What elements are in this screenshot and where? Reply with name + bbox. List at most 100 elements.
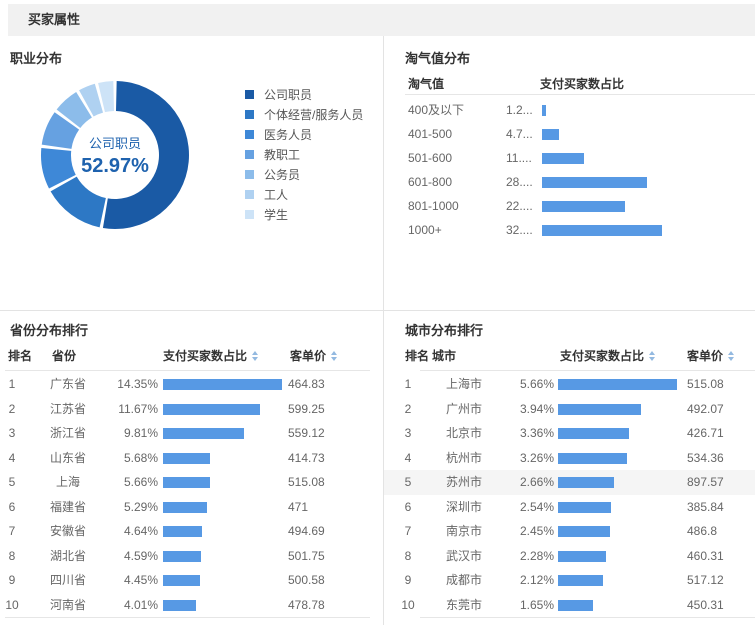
city-rank: 2	[396, 397, 420, 422]
city-table-row: 10东莞市1.65%450.31	[384, 593, 755, 618]
city-price: 517.12	[687, 568, 724, 593]
city-rank: 5	[396, 470, 420, 495]
province-header-price-label: 客单价	[290, 349, 326, 363]
city-name: 南京市	[434, 519, 494, 544]
taoqi-range-label: 400及以下	[408, 98, 464, 122]
legend-item[interactable]: 公司职员	[245, 84, 363, 104]
occupation-donut-chart[interactable]: 公司职员 52.97%	[40, 80, 190, 230]
city-header-buyer-share[interactable]: 支付买家数占比	[560, 344, 655, 368]
province-name: 河南省	[38, 593, 98, 618]
taoqi-value: 4.7...	[506, 122, 533, 146]
city-rank: 3	[396, 421, 420, 446]
city-table-row: 7南京市2.45%486.8	[384, 519, 755, 544]
legend-label: 学生	[264, 206, 288, 223]
province-share-bar	[163, 428, 244, 439]
legend-label: 个体经营/服务人员	[264, 106, 363, 123]
donut-segment-0[interactable]	[103, 81, 189, 229]
city-price: 515.08	[687, 372, 724, 397]
city-price: 897.57	[687, 470, 724, 495]
taoqi-value: 1.2...	[506, 98, 533, 122]
city-buyer-share: 3.36%	[494, 421, 554, 446]
province-table-row: 2江苏省11.67%599.25	[0, 397, 383, 422]
province-table-row: 6福建省5.29%471	[0, 495, 383, 520]
sort-icon[interactable]	[649, 351, 655, 361]
legend-item[interactable]: 个体经营/服务人员	[245, 104, 363, 124]
legend-swatch-icon	[245, 190, 254, 199]
province-header-buyer-share[interactable]: 支付买家数占比	[163, 344, 258, 368]
legend-item[interactable]: 工人	[245, 184, 363, 204]
province-header-price[interactable]: 客单价	[290, 344, 337, 368]
province-rank: 2	[0, 397, 24, 422]
province-price: 501.75	[288, 544, 325, 569]
city-price: 486.8	[687, 519, 717, 544]
taoqi-range-label: 801-1000	[408, 194, 459, 218]
province-price: 599.25	[288, 397, 325, 422]
city-name: 广州市	[434, 397, 494, 422]
city-name: 北京市	[434, 421, 494, 446]
sort-icon[interactable]	[331, 351, 337, 361]
city-table-title: 城市分布排行	[405, 320, 483, 339]
legend-item[interactable]: 公务员	[245, 164, 363, 184]
province-rank: 1	[0, 372, 24, 397]
city-share-bar	[558, 600, 593, 611]
taoqi-bar	[542, 225, 662, 236]
city-table-row: 8武汉市2.28%460.31	[384, 544, 755, 569]
legend-swatch-icon	[245, 210, 254, 219]
legend-label: 公司职员	[264, 86, 312, 103]
city-price: 534.36	[687, 446, 724, 471]
city-table-row: 3北京市3.36%426.71	[384, 421, 755, 446]
sort-icon[interactable]	[252, 351, 258, 361]
province-name: 广东省	[38, 372, 98, 397]
city-share-bar	[558, 379, 677, 390]
province-buyer-share: 4.64%	[98, 519, 158, 544]
donut-segment-1[interactable]	[51, 177, 106, 228]
province-buyer-share: 5.29%	[98, 495, 158, 520]
city-table-row: 2广州市3.94%492.07	[384, 397, 755, 422]
province-table-bottom-border	[5, 617, 370, 618]
city-table-row: 4杭州市3.26%534.36	[384, 446, 755, 471]
city-buyer-share: 3.26%	[494, 446, 554, 471]
province-share-bar	[163, 404, 260, 415]
legend-label: 教职工	[264, 146, 300, 163]
province-table-row: 7安徽省4.64%494.69	[0, 519, 383, 544]
city-name: 深圳市	[434, 495, 494, 520]
donut-chart-svg[interactable]	[40, 80, 190, 230]
city-share-bar	[558, 526, 610, 537]
occupation-legend: 公司职员个体经营/服务人员医务人员教职工公务员工人学生	[245, 84, 363, 224]
province-rank: 4	[0, 446, 24, 471]
legend-swatch-icon	[245, 90, 254, 99]
taoqi-range-label: 401-500	[408, 122, 452, 146]
city-buyer-share: 2.66%	[494, 470, 554, 495]
province-buyer-share: 9.81%	[98, 421, 158, 446]
legend-item[interactable]: 学生	[245, 204, 363, 224]
city-table-header: 排名 城市 支付买家数占比 客单价	[384, 344, 755, 368]
sort-icon[interactable]	[728, 351, 734, 361]
legend-item[interactable]: 医务人员	[245, 124, 363, 144]
province-table-row: 9四川省4.45%500.58	[0, 568, 383, 593]
province-header-rank: 排名	[8, 344, 32, 368]
city-name: 成都市	[434, 568, 494, 593]
city-header-rank: 排名	[405, 344, 429, 368]
taoqi-bar	[542, 201, 625, 212]
taoqi-range-label: 601-800	[408, 170, 452, 194]
legend-item[interactable]: 教职工	[245, 144, 363, 164]
province-table-title: 省份分布排行	[10, 320, 88, 339]
taoqi-value-column-header: 支付买家数占比	[540, 74, 624, 94]
city-rank: 8	[396, 544, 420, 569]
province-table-row: 1广东省14.35%464.83	[0, 372, 383, 397]
taoqi-chart-title: 淘气值分布	[405, 48, 470, 67]
province-header-buyer-share-label: 支付买家数占比	[163, 349, 247, 363]
city-header-price[interactable]: 客单价	[687, 344, 734, 368]
province-rank: 6	[0, 495, 24, 520]
province-name: 浙江省	[38, 421, 98, 446]
city-table-row: 6深圳市2.54%385.84	[384, 495, 755, 520]
province-rank: 7	[0, 519, 24, 544]
city-table-body: 1上海市5.66%515.082广州市3.94%492.073北京市3.36%4…	[384, 372, 755, 617]
city-rank: 7	[396, 519, 420, 544]
province-price: 414.73	[288, 446, 325, 471]
taoqi-row: 501-60011....	[405, 146, 755, 170]
taoqi-column-headers: 淘气值 支付买家数占比	[405, 74, 755, 94]
province-table-row: 10河南省4.01%478.78	[0, 593, 383, 618]
taoqi-bar-list: 400及以下 1.2... 401-500 4.7...501-60011....60…	[405, 98, 755, 242]
province-table-row: 5上海5.66%515.08	[0, 470, 383, 495]
